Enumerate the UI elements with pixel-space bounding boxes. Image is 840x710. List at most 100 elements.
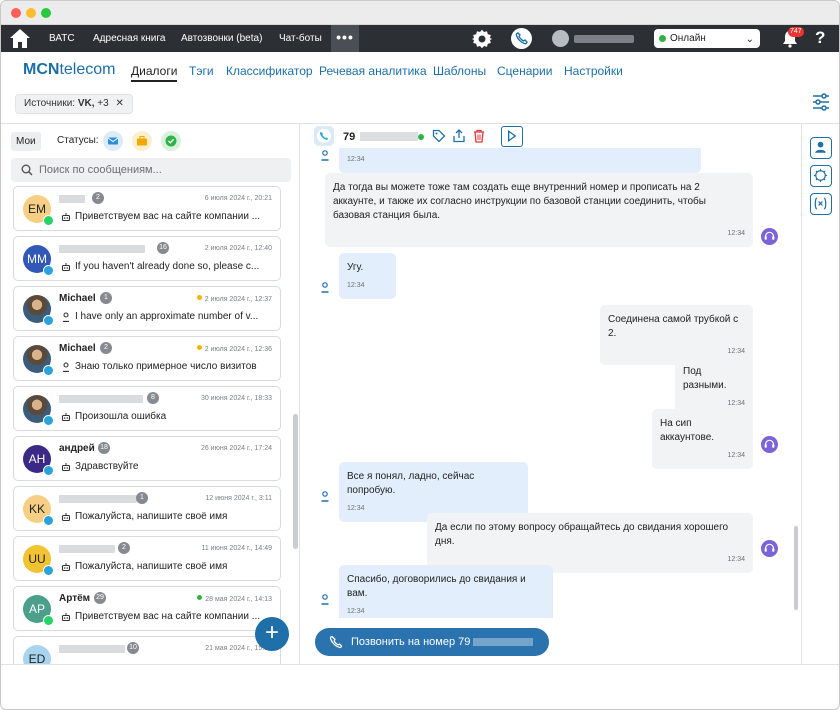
incoming-message: Спасибо, договорились до свидания и вам.… [339, 565, 553, 618]
maximize-window-button[interactable] [41, 8, 51, 18]
message-text: На сип аккаунтове. [660, 418, 715, 443]
conversation-card[interactable]: ED 10 21 мая 2024 г., 15:34 [13, 636, 281, 664]
nav-vats[interactable]: ВАТС [49, 25, 75, 52]
call-number-redacted [473, 638, 534, 646]
online-status-dot [659, 35, 666, 42]
user-icon [63, 312, 69, 322]
outgoing-message: На сип аккаунтове. 12:34 [652, 409, 753, 469]
tab-dialogs[interactable]: Диалоги [131, 64, 178, 82]
message-text: Спасибо, договорились до свидания и вам. [347, 574, 526, 599]
status-select[interactable]: Онлайн ⌄ [654, 29, 760, 48]
last-message-preview: Знаю только примерное число визитов [61, 361, 261, 372]
status-filter-done[interactable] [161, 131, 181, 151]
contact-name: андрей [59, 443, 95, 454]
divider [1, 664, 839, 665]
tab-scenarios[interactable]: Сценарии [497, 64, 552, 78]
search-icon [21, 164, 33, 176]
user-avatar[interactable] [552, 30, 569, 47]
outgoing-message: Соединена самой трубкой с 2. 12:34 [600, 305, 753, 365]
nav-chatbots[interactable]: Чат-боты [279, 25, 322, 52]
sources-filter-value: VK, [77, 98, 95, 109]
nav-autocalls[interactable]: Автозвонки (beta) [181, 25, 262, 52]
minimize-window-button[interactable] [26, 8, 36, 18]
help-icon[interactable]: ? [815, 28, 833, 48]
message-time: 12:34 [347, 156, 365, 163]
user-icon [815, 141, 826, 153]
conversation-date: 2 июля 2024 г., 12:37 [196, 295, 272, 303]
conversation-card[interactable]: AP Артём 29 28 мая 2024 г., 14:13 Приветству… [13, 586, 281, 631]
client-icon [321, 150, 329, 161]
conversation-card[interactable]: Michael 2 2 июля 2024 г., 12:36 Знаю только… [13, 336, 281, 381]
conversation-date-text: 11 июня 2024 г., 14:49 [201, 545, 272, 552]
sources-filter-chip[interactable]: Источники: VK, +3 ✕ [15, 94, 133, 114]
outgoing-message: Под разными. 12:34 [675, 357, 753, 417]
conversation-date-text: 30 июня 2024 г., 18:33 [200, 395, 272, 402]
tab-templates[interactable]: Шаблоны [433, 64, 486, 78]
bot-icon [61, 513, 71, 522]
variables-button[interactable] [810, 193, 832, 215]
conversation-card[interactable]: 8 30 июня 2024 г., 18:33 Произошла ошибка [13, 386, 281, 431]
filter-settings-icon[interactable] [812, 92, 830, 112]
conversation-card[interactable]: UU 2 11 июня 2024 г., 14:49 Пожалуйста, нап… [13, 536, 281, 581]
my-conversations-toggle[interactable]: Мои [11, 132, 41, 151]
telegram-icon [43, 565, 54, 576]
scrollbar[interactable] [293, 414, 298, 549]
contact-info-button[interactable] [810, 137, 832, 159]
message-search[interactable]: Поиск по сообщениям... [11, 158, 291, 182]
message-count-badge: 2 [100, 342, 112, 354]
message-count-badge: 29 [94, 592, 106, 604]
conversation-card[interactable]: Michael 1 2 июля 2024 г., 12:37 I have only… [13, 286, 281, 331]
call-number-button[interactable]: Позвонить на номер 79 [315, 628, 549, 656]
ai-assistant-button[interactable] [810, 165, 832, 187]
home-icon[interactable] [9, 28, 31, 49]
add-conversation-button[interactable]: + [255, 617, 289, 651]
play-icon [507, 129, 517, 143]
brand-logo[interactable]: MCNtelecom [23, 61, 115, 79]
nav-address-book[interactable]: Адресная книга [93, 25, 165, 52]
bot-icon [61, 613, 71, 622]
nav-more-button[interactable]: ••• [331, 25, 359, 52]
message-count-badge: 1 [136, 492, 148, 504]
softphone-button[interactable] [511, 28, 532, 49]
contact-name-redacted [59, 645, 125, 653]
conversation-card[interactable]: EM 2 6 июля 2024 г., 20:21 Приветствуем вас… [13, 186, 281, 231]
whatsapp-icon [43, 215, 54, 226]
bot-icon [61, 413, 71, 422]
gear-icon[interactable] [472, 29, 492, 49]
trash-icon[interactable] [472, 129, 486, 143]
brand-logo-bold: MCN [23, 61, 60, 78]
status-filter-in-progress[interactable] [132, 131, 152, 151]
status-dot [196, 295, 202, 300]
conversation-card[interactable]: MM 16 2 июля 2024 г., 12:40 If you haven't … [13, 236, 281, 281]
top-navigation-bar: ВАТС Адресная книга Автозвонки (beta) Ча… [1, 25, 839, 52]
tab-tags[interactable]: Тэги [189, 64, 214, 78]
user-icon [63, 362, 69, 372]
last-message-text: Произошла ошибка [75, 411, 167, 422]
conversation-card[interactable]: AH андрей 18 26 июня 2024 г., 17:24 Здравств… [13, 436, 281, 481]
conversation-list: EM 2 6 июля 2024 г., 20:21 Приветствуем вас… [1, 186, 299, 664]
conversation-card[interactable]: KK 1 12 июня 2024 г., 3:11 Пожалуйста, напи… [13, 486, 281, 531]
share-icon[interactable] [452, 129, 466, 143]
last-message-preview: Приветствуем вас на сайте компании ... [61, 211, 261, 222]
tab-speech-analytics[interactable]: Речевая аналитика [319, 64, 427, 78]
close-window-button[interactable] [11, 8, 21, 18]
status-dot [196, 345, 202, 350]
message-count-badge: 1 [100, 292, 112, 304]
bot-icon [61, 213, 71, 222]
play-recording-button[interactable] [501, 126, 523, 147]
briefcase-icon [137, 136, 147, 146]
tag-icon[interactable] [432, 129, 446, 143]
conversation-date-text: 2 июля 2024 г., 12:36 [204, 346, 272, 353]
message-text: Угу. [347, 262, 364, 273]
conversation-date-text: 6 июля 2024 г., 20:21 [204, 195, 272, 202]
contact-phone: 79 [343, 131, 356, 143]
last-message-preview: Произошла ошибка [61, 411, 261, 422]
operator-icon [761, 228, 778, 245]
tab-classifier[interactable]: Классификатор [226, 64, 313, 78]
close-icon[interactable]: ✕ [115, 98, 123, 109]
message-text: Да если по этому вопросу обращайтесь до … [435, 522, 729, 547]
scrollbar[interactable] [794, 526, 798, 610]
search-input[interactable]: Поиск по сообщениям... [39, 164, 162, 176]
tab-settings[interactable]: Настройки [564, 64, 623, 78]
status-filter-new[interactable] [103, 131, 123, 151]
